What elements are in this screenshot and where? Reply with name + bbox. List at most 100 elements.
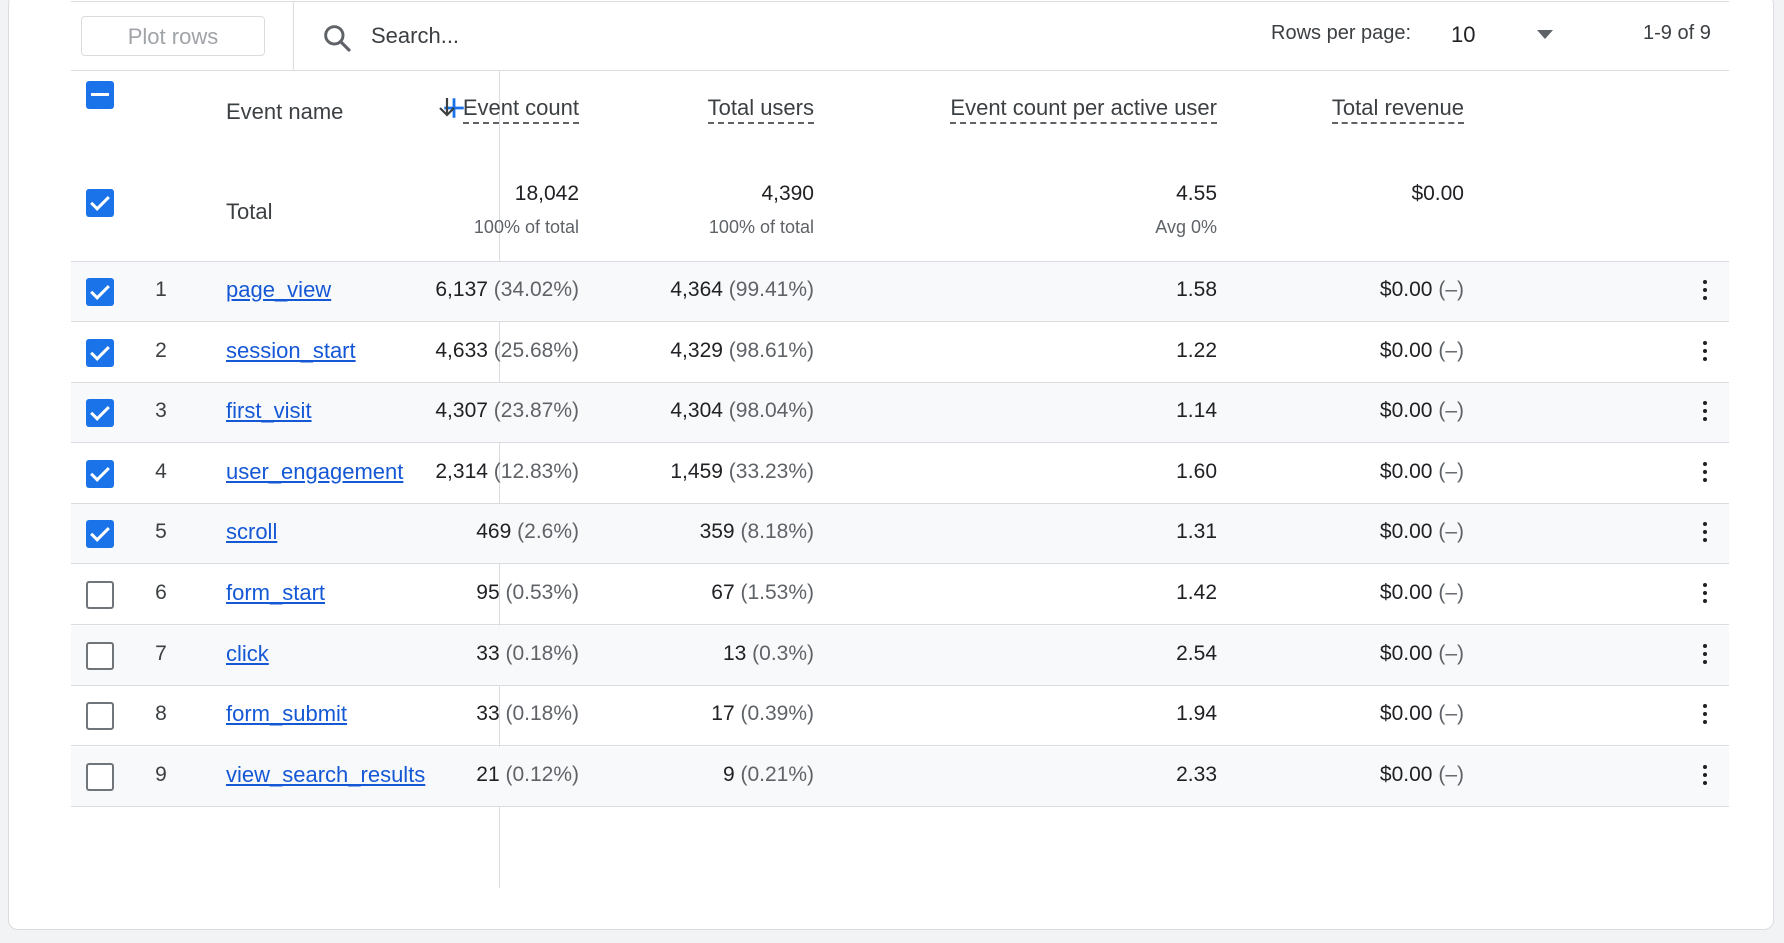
row-checkbox[interactable] [86, 762, 114, 791]
event-count-cell: 95 (0.53%) [476, 581, 579, 605]
event-count-value: 21 [476, 762, 500, 786]
header-total-revenue[interactable]: Total revenue [1331, 95, 1464, 124]
event-count-value: 33 [476, 702, 500, 726]
total-label: Total [226, 199, 273, 224]
table-row: 3 first_visit 4,307 (23.87%) 4,304 (98.04%)… [71, 383, 1729, 444]
more-vertical-icon[interactable] [1701, 522, 1709, 546]
header-total-users-label: Total users [707, 95, 814, 124]
header-total-users[interactable]: Total users [707, 95, 814, 124]
event-name-link[interactable]: click [226, 641, 269, 667]
event-count-cell: 33 (0.18%) [476, 702, 579, 726]
total-users-cell: 1,459 (33.23%) [670, 460, 814, 484]
event-name-link[interactable]: user_engagement [226, 459, 403, 485]
total-users-value: 1,459 [670, 459, 723, 483]
plot-rows-button[interactable]: Plot rows [81, 16, 265, 56]
header-event-count-per-active-user[interactable]: Event count per active user [950, 95, 1217, 124]
revenue-percent: (–) [1438, 762, 1464, 786]
row-checkbox[interactable] [86, 399, 114, 428]
report-card: Plot rows Rows per page: 10 1-9 of 9 Eve… [8, 0, 1774, 930]
event-count-percent: (0.53%) [505, 581, 579, 604]
total-users-sub: 100% of total [708, 217, 814, 237]
row-checkbox[interactable] [86, 459, 114, 488]
event-name-link[interactable]: page_view [226, 277, 331, 303]
revenue-cell: $0.00 (–) [1380, 642, 1464, 666]
event-count-value: 469 [476, 520, 512, 544]
total-event-count: 18,042 [514, 182, 579, 205]
total-row-checkbox[interactable] [86, 189, 114, 217]
header-event-name: Event name [226, 99, 344, 124]
event-name-link[interactable]: form_submit [226, 701, 347, 727]
total-users-cell: 17 (0.39%) [711, 702, 814, 726]
revenue-value: $0.00 [1379, 762, 1433, 786]
search-icon[interactable] [321, 22, 353, 54]
more-vertical-icon[interactable] [1701, 643, 1709, 668]
event-count-percent: (34.02%) [493, 278, 579, 301]
header-event-count[interactable]: Event count [437, 95, 579, 124]
row-index: 6 [155, 581, 167, 604]
revenue-value: $0.00 [1379, 702, 1433, 726]
row-checkbox[interactable] [86, 581, 114, 609]
event-count-percent: (2.6%) [517, 520, 579, 544]
event-count-cell: 6,137 (34.02%) [435, 278, 579, 302]
total-users-value: 17 [711, 702, 735, 726]
event-name-link[interactable]: first_visit [226, 398, 312, 424]
header-total-revenue-label: Total revenue [1331, 95, 1464, 124]
select-all-checkbox[interactable] [86, 81, 114, 109]
more-vertical-icon[interactable] [1701, 340, 1709, 365]
event-count-cell: 21 (0.12%) [476, 763, 579, 787]
more-vertical-icon[interactable] [1701, 401, 1709, 425]
total-users-cell: 359 (8.18%) [700, 520, 814, 544]
revenue-value: $0.00 [1379, 520, 1433, 544]
search-input[interactable] [371, 16, 771, 56]
revenue-cell: $0.00 (–) [1380, 520, 1464, 544]
table-row: 8 form_submit 33 (0.18%) 17 (0.39%) 1.94 $0.0… [71, 686, 1729, 747]
revenue-percent: (–) [1438, 581, 1464, 604]
epu-cell: 1.60 [1176, 459, 1217, 483]
revenue-value: $0.00 [1379, 641, 1433, 665]
header-epu-label: Event count per active user [950, 95, 1217, 124]
table-header: Event name Event count Total users Event… [71, 71, 1729, 262]
event-count-cell: 4,633 (25.68%) [435, 339, 579, 363]
event-name-link[interactable]: scroll [226, 519, 277, 545]
revenue-percent: (–) [1438, 399, 1464, 423]
event-count-value: 95 [476, 581, 500, 604]
event-count-value: 6,137 [435, 278, 488, 301]
row-checkbox[interactable] [86, 702, 114, 731]
event-count-cell: 4,307 (23.87%) [435, 399, 579, 423]
event-name-link[interactable]: form_start [226, 580, 325, 606]
total-users-value: 4,304 [670, 399, 723, 423]
row-checkbox[interactable] [86, 520, 114, 549]
rows-per-page-value: 10 [1451, 22, 1476, 47]
event-count-percent: (0.18%) [505, 702, 579, 726]
event-count-percent: (0.12%) [505, 762, 579, 786]
more-vertical-icon[interactable] [1701, 764, 1709, 789]
row-index: 4 [155, 459, 167, 483]
event-name-link[interactable]: session_start [226, 338, 356, 364]
more-vertical-icon[interactable] [1701, 461, 1709, 486]
row-checkbox[interactable] [86, 338, 114, 367]
epu-cell: 2.54 [1176, 641, 1217, 665]
row-checkbox[interactable] [86, 278, 114, 306]
row-index: 9 [155, 762, 167, 786]
table-row: 2 session_start 4,633 (25.68%) 4,329 (98.61… [71, 323, 1729, 383]
total-users-percent: (98.61%) [728, 338, 814, 362]
row-checkbox[interactable] [86, 641, 114, 670]
rows-per-page-select[interactable]: 10 [1451, 16, 1561, 56]
row-index: 1 [155, 278, 167, 301]
revenue-cell: $0.00 (–) [1380, 399, 1464, 423]
total-event-count-sub: 100% of total [473, 217, 579, 237]
more-vertical-icon[interactable] [1701, 583, 1709, 607]
more-vertical-icon[interactable] [1701, 280, 1709, 304]
table-row: 5 scroll 469 (2.6%) 359 (8.18%) 1.31 $0.00 (–… [71, 504, 1729, 565]
revenue-cell: $0.00 (–) [1380, 763, 1464, 787]
row-index: 2 [155, 338, 167, 362]
revenue-cell: $0.00 (–) [1380, 460, 1464, 484]
more-vertical-icon[interactable] [1701, 704, 1709, 728]
event-count-value: 4,307 [435, 399, 488, 423]
total-users-cell: 4,304 (98.04%) [670, 399, 814, 423]
revenue-cell: $0.00 (–) [1380, 581, 1464, 605]
total-users-value: 4,329 [670, 338, 723, 362]
event-name-link[interactable]: view_search_results [226, 762, 425, 788]
caret-down-icon [1537, 30, 1553, 39]
total-users-percent: (8.18%) [740, 520, 814, 544]
